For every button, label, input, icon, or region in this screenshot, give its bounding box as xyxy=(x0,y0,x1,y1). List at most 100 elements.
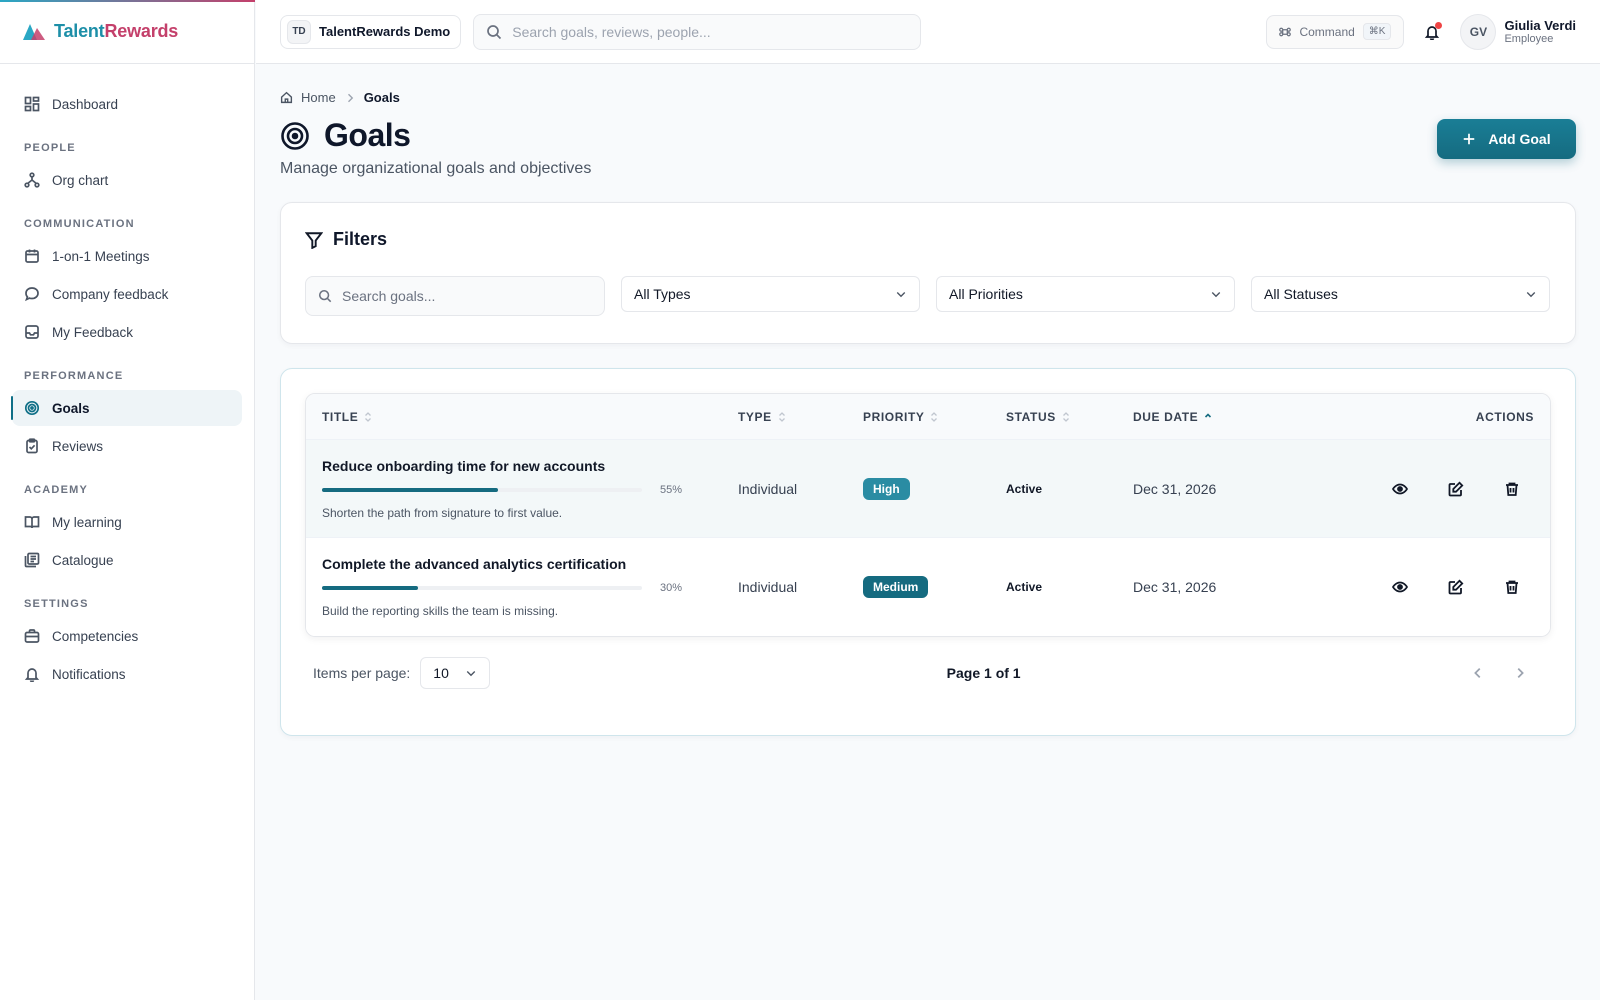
goals-table-card: TITLE TYPE PRIORITY STATUS DUE DATE ACTI… xyxy=(280,368,1576,736)
goal-progress: 30% xyxy=(322,582,738,594)
inbox-icon xyxy=(24,324,40,340)
edit-button[interactable] xyxy=(1448,579,1464,595)
top-accent-bar xyxy=(0,0,255,2)
sidebar-item-label: My learning xyxy=(52,514,122,530)
goal-search-input[interactable] xyxy=(342,288,582,304)
goal-title[interactable]: Complete the advanced analytics certific… xyxy=(322,556,738,572)
brand[interactable]: TalentRewards xyxy=(0,0,254,64)
target-icon xyxy=(280,121,310,151)
progress-track xyxy=(322,487,642,492)
sidebar-item-notifications[interactable]: Notifications xyxy=(12,656,242,692)
next-page-button[interactable] xyxy=(1513,666,1527,680)
home-icon xyxy=(280,91,293,104)
organization-switcher[interactable]: TD TalentRewards Demo xyxy=(280,14,462,49)
sidebar-item-meetings[interactable]: 1-on-1 Meetings xyxy=(12,238,242,274)
delete-button[interactable] xyxy=(1504,579,1520,595)
goal-title[interactable]: Reduce onboarding time for new accounts xyxy=(322,458,738,474)
chevron-down-icon xyxy=(1210,288,1222,300)
command-palette-button[interactable]: Command ⌘K xyxy=(1266,14,1405,49)
goal-priority-cell: High xyxy=(863,477,1006,500)
notification-dot xyxy=(1435,21,1443,29)
chat-bubble-icon xyxy=(24,286,40,302)
column-header-type[interactable]: TYPE xyxy=(738,410,863,424)
progress-percent: 30% xyxy=(659,582,682,594)
breadcrumb: Home Goals xyxy=(280,90,1576,105)
status-filter-select[interactable]: All Statuses xyxy=(1251,276,1550,312)
global-search-input[interactable] xyxy=(512,23,893,40)
chevron-right-icon xyxy=(344,92,356,104)
page-title: Goals xyxy=(280,117,591,154)
filters-card: Filters All Types All Priorities All Sta… xyxy=(280,202,1576,344)
type-filter-select[interactable]: All Types xyxy=(621,276,920,312)
priority-filter-select[interactable]: All Priorities xyxy=(936,276,1235,312)
pager-nav xyxy=(1471,666,1543,680)
column-header-due-date[interactable]: DUE DATE xyxy=(1133,410,1333,424)
table-row[interactable]: Reduce onboarding time for new accounts … xyxy=(306,440,1550,538)
sidebar-item-label: My Feedback xyxy=(52,324,134,340)
type-filter-value: All Types xyxy=(634,286,691,302)
chevron-down-icon xyxy=(1525,288,1537,300)
sidebar-item-label: Org chart xyxy=(52,172,109,188)
progress-percent: 55% xyxy=(659,483,682,496)
view-button[interactable] xyxy=(1392,481,1408,497)
sidebar-item-reviews[interactable]: Reviews xyxy=(12,428,242,464)
column-header-actions: ACTIONS xyxy=(1333,410,1550,424)
search-icon xyxy=(486,24,502,40)
sort-icon xyxy=(1062,411,1070,423)
breadcrumb-home[interactable]: Home xyxy=(301,90,336,105)
column-header-title[interactable]: TITLE xyxy=(306,410,738,424)
sort-icon xyxy=(778,411,786,423)
goal-title-cell: Reduce onboarding time for new accounts … xyxy=(306,458,738,520)
add-goal-button[interactable]: Add Goal xyxy=(1437,119,1576,159)
goal-status: Active xyxy=(1006,481,1043,496)
column-header-label: TYPE xyxy=(738,409,772,424)
sidebar-item-dashboard[interactable]: Dashboard xyxy=(12,86,242,122)
goal-priority-cell: Medium xyxy=(863,576,1006,598)
view-button[interactable] xyxy=(1392,579,1408,595)
search-icon xyxy=(318,289,332,303)
progress-fill xyxy=(322,586,418,590)
target-icon xyxy=(24,400,40,416)
filters-title: Filters xyxy=(333,229,388,249)
status-filter-value: All Statuses xyxy=(1264,286,1338,302)
sidebar-item-competencies[interactable]: Competencies xyxy=(12,618,242,654)
breadcrumb-current: Goals xyxy=(363,90,400,105)
sidebar-item-org-chart[interactable]: Org chart xyxy=(12,162,242,198)
column-header-status[interactable]: STATUS xyxy=(1006,410,1133,424)
trash-icon xyxy=(1506,580,1518,594)
items-per-page-select[interactable]: 10 xyxy=(420,657,491,689)
sidebar-item-goals[interactable]: Goals xyxy=(11,390,242,426)
goal-type: Individual xyxy=(738,480,798,497)
sidebar-item-catalogue[interactable]: Catalogue xyxy=(12,542,242,578)
goal-search-box[interactable] xyxy=(305,276,605,316)
column-header-label: TITLE xyxy=(322,409,359,424)
sort-icon xyxy=(930,411,938,423)
notifications-button[interactable] xyxy=(1418,18,1446,46)
edit-button[interactable] xyxy=(1448,481,1464,497)
goals-table: TITLE TYPE PRIORITY STATUS DUE DATE ACTI… xyxy=(305,393,1551,637)
priority-badge: High xyxy=(863,477,910,500)
delete-button[interactable] xyxy=(1504,481,1520,497)
pagination: Items per page: 10 Page 1 of 1 xyxy=(305,657,1551,689)
user-name: Giulia Verdi xyxy=(1504,18,1576,33)
sidebar-item-company-feedback[interactable]: Company feedback xyxy=(12,276,242,312)
global-search-box[interactable] xyxy=(473,13,922,50)
items-per-page-label: Items per page: xyxy=(313,665,411,681)
add-goal-label: Add Goal xyxy=(1488,131,1551,147)
column-header-label: PRIORITY xyxy=(863,409,925,424)
nav-section-communication: COMMUNICATION xyxy=(24,218,135,230)
column-header-priority[interactable]: PRIORITY xyxy=(863,410,1006,424)
top-header: TD TalentRewards Demo Command ⌘K GV Giul… xyxy=(256,0,1600,64)
sidebar-item-my-learning[interactable]: My learning xyxy=(12,504,242,540)
chevron-left-icon xyxy=(1474,668,1481,678)
sidebar-item-my-feedback[interactable]: My Feedback xyxy=(12,314,242,350)
chevron-down-icon xyxy=(895,288,907,300)
nav-section-performance: PERFORMANCE xyxy=(24,370,124,382)
user-menu[interactable]: GV Giulia Verdi Employee xyxy=(1460,13,1576,50)
goal-description: Build the reporting skills the team is m… xyxy=(322,604,559,618)
chevron-right-icon xyxy=(1517,668,1524,678)
table-row[interactable]: Complete the advanced analytics certific… xyxy=(306,538,1550,636)
nav-section-people: PEOPLE xyxy=(24,142,76,154)
command-shortcut: ⌘K xyxy=(1362,23,1392,40)
previous-page-button[interactable] xyxy=(1471,666,1485,680)
